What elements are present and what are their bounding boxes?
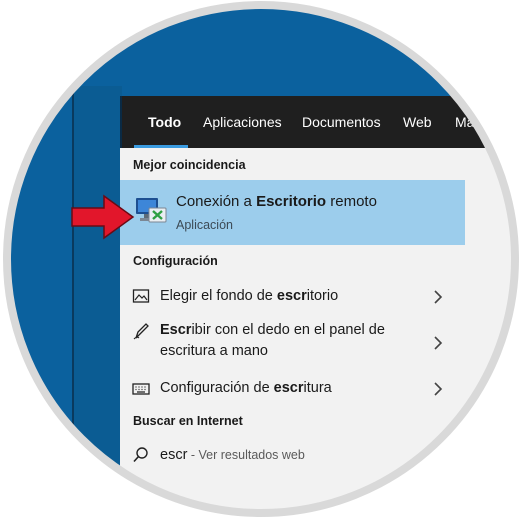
list-item[interactable]: Escribir con el dedo en el panel de escr… [120, 318, 465, 366]
keyboard-icon [132, 383, 150, 395]
tab-aplicaciones[interactable]: Aplicaciones [203, 113, 282, 131]
remote-desktop-icon [136, 198, 167, 223]
red-arrow-icon [71, 194, 135, 240]
tab-documentos[interactable]: Documentos [302, 113, 381, 131]
web-search-label: escr - Ver resultados web [160, 447, 305, 463]
search-panel: Todo Aplicaciones Documentos Web Más Mej… [120, 96, 512, 510]
list-item[interactable]: Elegir el fondo de escritorio [120, 280, 465, 314]
screenshot-stage: Todo Aplicaciones Documentos Web Más Mej… [0, 0, 520, 520]
pen-icon [133, 323, 149, 340]
tab-todo[interactable]: Todo [148, 113, 181, 131]
circular-crop: Todo Aplicaciones Documentos Web Más Mej… [10, 8, 512, 510]
section-settings-heading: Configuración [133, 254, 218, 268]
list-item-label: Configuración de escritura [160, 380, 332, 396]
tab-web[interactable]: Web [403, 113, 432, 131]
chevron-right-icon[interactable] [432, 382, 444, 396]
search-icon [133, 447, 148, 463]
list-item-label: Elegir el fondo de escritorio [160, 288, 339, 304]
desktop-strip [72, 86, 122, 506]
active-tab-indicator [134, 145, 188, 148]
chevron-right-icon[interactable] [432, 290, 444, 304]
image-icon [132, 289, 150, 303]
chevron-right-icon[interactable] [432, 336, 444, 350]
best-match-item[interactable]: Conexión a Escritorio remoto Aplicación [120, 180, 465, 245]
list-item[interactable]: Configuración de escritura [120, 372, 465, 406]
section-best-match-heading: Mejor coincidencia [133, 158, 246, 172]
tab-mas[interactable]: Más [455, 113, 481, 131]
best-match-title: Conexión a Escritorio remoto [176, 193, 377, 210]
best-match-subtitle: Aplicación [176, 218, 233, 232]
section-web-heading: Buscar en Internet [133, 414, 243, 428]
web-search-item[interactable]: escr - Ver resultados web [120, 438, 465, 474]
search-tab-bar: Todo Aplicaciones Documentos Web Más [120, 96, 512, 148]
list-item-label: Escribir con el dedo en el panel de escr… [160, 322, 385, 359]
